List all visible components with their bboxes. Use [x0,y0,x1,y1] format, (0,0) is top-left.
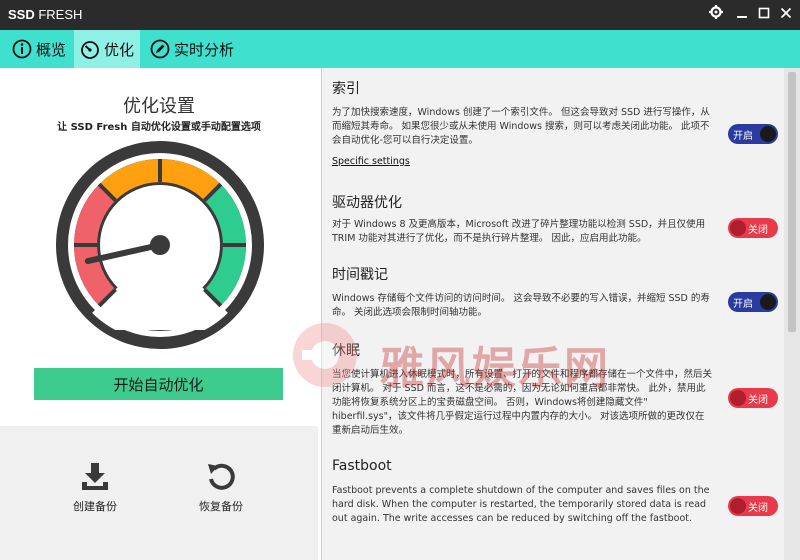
specific-settings-link[interactable]: Specific settings [332,156,410,167]
minimize-button[interactable] [732,5,752,25]
optimization-gauge [56,141,264,349]
download-tray-icon [79,460,111,492]
create-backup-button[interactable]: 创建备份 [55,460,135,514]
fastboot-toggle[interactable]: 关闭 [728,496,778,516]
maximize-button[interactable] [754,5,774,25]
page-title: 优化设置 [123,96,195,117]
section-description: Windows 存储每个文件访问的访问时间。 这会导致不必要的写入错误，并缩短 … [332,293,710,318]
timestamp-toggle[interactable]: 开启 [728,292,778,312]
restore-backup-button[interactable]: 恢复备份 [181,460,261,514]
toggle-knob [760,126,776,142]
close-button[interactable] [776,5,796,25]
hibernate-toggle[interactable]: 关闭 [728,388,778,408]
info-icon [12,39,32,59]
tab-realtime-analysis[interactable]: 实时分析 [144,30,240,68]
drive-optimization-toggle[interactable]: 关闭 [728,218,778,238]
section-heading: 索引 [332,81,360,97]
section-heading: 时间戳记 [332,267,388,283]
section-heading: 休眠 [332,343,360,359]
section-heading: 驱动器优化 [332,195,402,211]
start-auto-optimize-button[interactable]: 开始自动优化 [34,368,283,400]
toggle-knob [730,498,746,514]
section-description: Fastboot prevents a complete shutdown of… [332,485,710,524]
speedometer-icon [80,39,100,59]
section-description: 为了加快搜索速度，Windows 创建了一个索引文件。 但这会导致对 SSD 进… [332,107,710,146]
settings-list[interactable]: 索引 为了加快搜索速度，Windows 创建了一个索引文件。 但这会导致对 SS… [321,68,784,560]
title-bar: SSD FRESH [0,0,800,30]
scrollbar-thumb[interactable] [788,72,796,332]
indexing-toggle[interactable]: 开启 [728,124,778,144]
gear-icon[interactable] [706,5,726,25]
section-description: 对于 Windows 8 及更高版本，Microsoft 改进了碎片整理功能以检… [332,219,706,244]
undo-circular-icon [205,460,237,492]
page-subtitle: 让 SSD Fresh 自动优化设置或手动配置选项 [57,122,261,133]
pencil-circle-icon [150,39,170,59]
tab-overview[interactable]: 概览 [6,30,72,68]
tab-bar: 概览 优化 实时分析 [0,30,800,68]
backup-area [0,426,318,560]
tab-optimize[interactable]: 优化 [74,30,141,68]
toggle-knob [730,220,746,236]
section-heading: Fastboot [332,458,392,474]
toggle-knob [730,390,746,406]
toggle-knob [760,294,776,310]
section-description: 当您使计算机进入休眠模式时，所有设置、打开的文件和程序都存储在一个文件中，然后关… [332,369,713,436]
app-title: SSD FRESH [8,7,83,22]
